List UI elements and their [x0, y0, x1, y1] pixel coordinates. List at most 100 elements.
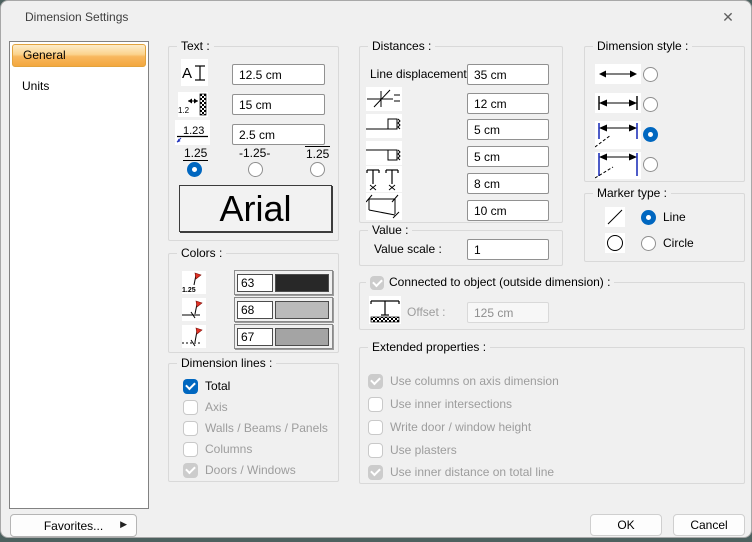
text-group-title: Text :	[177, 39, 214, 54]
text-offset-icon: 1.2	[178, 92, 208, 117]
marker-circle-row[interactable]: Circle	[641, 236, 694, 251]
extended-properties-group: Extended properties : Use columns on axi…	[359, 347, 745, 484]
ok-button[interactable]: OK	[590, 514, 662, 536]
style-plain-arrow-radio[interactable]	[643, 67, 658, 82]
style-long-extension-radio[interactable]	[643, 157, 658, 172]
circle-marker-icon	[605, 233, 625, 253]
walls-beams-panels-checkbox[interactable]	[183, 421, 198, 436]
marker-circle-label: Circle	[663, 236, 694, 251]
text-pos-overline-radio[interactable]	[310, 162, 325, 177]
marker-line-row[interactable]: Line	[641, 210, 686, 225]
use-inner-distance-checkbox[interactable]	[368, 465, 383, 480]
cancel-button[interactable]: Cancel	[673, 514, 745, 536]
favorites-button-label: Favorites...	[44, 519, 103, 533]
axis-checkbox-row[interactable]: Axis	[183, 400, 228, 415]
dimension-line-color-value: 68	[237, 301, 273, 319]
helper-line-color-button[interactable]: 67	[234, 324, 333, 349]
columns-checkbox-row[interactable]: Columns	[183, 442, 252, 457]
marker-line-radio[interactable]	[641, 210, 656, 225]
favorites-button[interactable]: Favorites... ▶	[10, 514, 137, 537]
svg-text:1.2: 1.2	[178, 106, 190, 115]
value-scale-label: Value scale :	[374, 239, 442, 260]
write-door-window-height-checkbox[interactable]	[368, 420, 383, 435]
wall-end-up-distance-field[interactable]: 5 cm	[467, 119, 549, 140]
svg-text:1.25: 1.25	[182, 287, 196, 294]
text-decimal-icon: 1.23	[175, 120, 210, 145]
distances-group-title: Distances :	[368, 39, 435, 54]
intersection-distance-field[interactable]: 12 cm	[467, 93, 549, 114]
use-inner-intersections-checkbox[interactable]	[368, 397, 383, 412]
style-short-extension-icon	[595, 121, 641, 149]
distances-group: Distances : Line displacement : 35 cm 12…	[359, 46, 563, 223]
style-arrow-end-bars-radio[interactable]	[643, 97, 658, 112]
intersection-distance-icon	[366, 87, 402, 111]
doors-windows-checkbox-row[interactable]: Doors / Windows	[183, 463, 296, 478]
use-inner-intersections-row[interactable]: Use inner intersections	[368, 397, 512, 412]
use-plasters-row[interactable]: Use plasters	[368, 443, 457, 458]
marker-type-group: Marker type : Line Circle	[584, 193, 745, 262]
marker-line-label: Line	[663, 210, 686, 225]
text-offset-field[interactable]: 15 cm	[232, 94, 325, 115]
category-list: General Units	[9, 41, 149, 509]
walls-beams-panels-checkbox-row[interactable]: Walls / Beams / Panels	[183, 421, 328, 436]
text-pos-overline-label: 1.25	[305, 146, 330, 161]
line-displacement-label: Line displacement :	[370, 64, 473, 85]
text-pos-inline-radio[interactable]	[248, 162, 263, 177]
dimension-lines-group-title: Dimension lines :	[177, 356, 276, 371]
line-displacement-field[interactable]: 35 cm	[467, 64, 549, 85]
text-color-button[interactable]: 63	[234, 270, 333, 295]
column-distance-field[interactable]: 8 cm	[467, 173, 549, 194]
door-window-distance-field[interactable]: 10 cm	[467, 200, 549, 221]
wall-end-down-distance-field[interactable]: 5 cm	[467, 146, 549, 167]
axis-checkbox[interactable]	[183, 400, 198, 415]
font-button[interactable]: Arial	[179, 185, 332, 232]
colors-group: Colors : 1.25 63 68	[168, 253, 339, 353]
value-scale-field[interactable]: 1	[467, 239, 549, 260]
sidebar-item-units[interactable]: Units	[12, 75, 146, 98]
window-title: Dimension Settings	[25, 10, 128, 24]
marker-type-title: Marker type :	[593, 186, 671, 201]
marker-circle-radio[interactable]	[641, 236, 656, 251]
value-group-title: Value :	[368, 223, 412, 238]
use-inner-distance-row[interactable]: Use inner distance on total line	[368, 465, 554, 480]
wall-end-down-distance-icon	[366, 141, 402, 165]
text-pos-inline-label: -1.25-	[239, 146, 270, 160]
helper-line-color-icon	[182, 325, 206, 348]
columns-checkbox[interactable]	[183, 442, 198, 457]
text-height-field[interactable]: 12.5 cm	[232, 64, 325, 85]
use-inner-distance-label: Use inner distance on total line	[390, 465, 554, 480]
line-marker-icon	[605, 207, 625, 227]
use-columns-axis-checkbox[interactable]	[368, 374, 383, 389]
sidebar-item-general[interactable]: General	[12, 44, 146, 67]
offset-label: Offset :	[407, 302, 445, 323]
close-icon[interactable]: ✕	[719, 8, 737, 26]
dimension-style-group: Dimension style :	[584, 46, 745, 182]
doors-windows-label: Doors / Windows	[205, 463, 296, 478]
favorites-arrow-icon: ▶	[120, 519, 127, 530]
colors-group-title: Colors :	[177, 246, 226, 261]
walls-beams-panels-label: Walls / Beams / Panels	[205, 421, 328, 436]
columns-label: Columns	[205, 442, 252, 457]
write-door-window-height-row[interactable]: Write door / window height	[368, 420, 531, 435]
value-group: Value : Value scale : 1	[359, 230, 563, 266]
svg-text:1.23: 1.23	[183, 125, 204, 137]
svg-text:A: A	[182, 65, 192, 82]
dimension-line-color-button[interactable]: 68	[234, 297, 333, 322]
text-decimal-field[interactable]: 2.5 cm	[232, 124, 325, 145]
dimension-style-title: Dimension style :	[593, 39, 692, 54]
connected-checkbox[interactable]	[370, 276, 384, 290]
dimension-line-color-icon	[182, 298, 206, 321]
use-columns-axis-row[interactable]: Use columns on axis dimension	[368, 374, 559, 389]
style-short-extension-radio[interactable]	[643, 127, 658, 142]
doors-windows-checkbox[interactable]	[183, 463, 198, 478]
sidebar-item-label: Units	[22, 79, 49, 93]
use-plasters-checkbox[interactable]	[368, 443, 383, 458]
total-checkbox[interactable]	[183, 379, 198, 394]
text-color-value: 63	[237, 274, 273, 292]
column-distance-icon	[366, 166, 402, 192]
text-pos-underline-radio[interactable]	[187, 162, 202, 177]
use-inner-intersections-label: Use inner intersections	[390, 397, 512, 412]
total-checkbox-row[interactable]: Total	[183, 379, 230, 394]
write-door-window-height-label: Write door / window height	[390, 420, 531, 435]
title-bar[interactable]: Dimension Settings ✕	[1, 1, 751, 33]
